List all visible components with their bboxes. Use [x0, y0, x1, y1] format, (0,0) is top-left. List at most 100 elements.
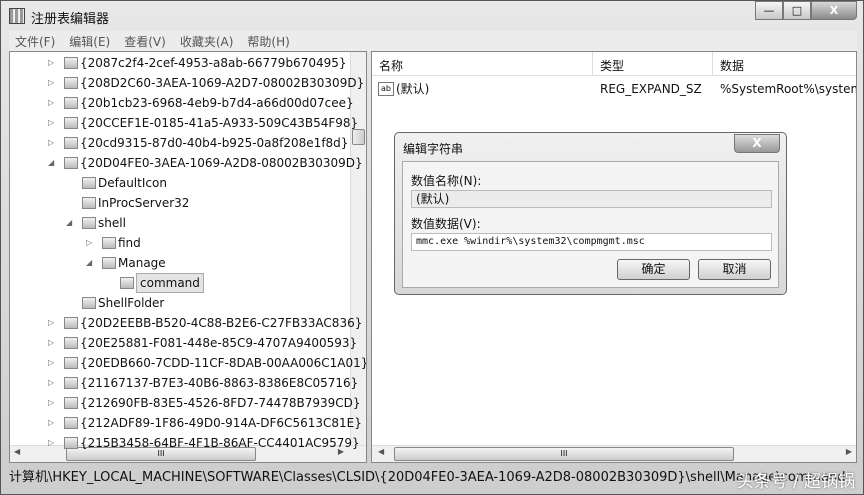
menu-edit[interactable]: 编辑(E) [69, 33, 110, 50]
tree-item-label: {20CCEF1E-0185-41a5-A933-509C43B54F98} [80, 116, 359, 130]
regedit-icon [9, 8, 25, 24]
folder-icon [64, 337, 78, 349]
expand-icon[interactable]: ▷ [48, 113, 54, 133]
tree-item[interactable]: ▷ {20CCEF1E-0185-41a5-A933-509C43B54F98} [10, 113, 358, 133]
folder-icon [82, 297, 96, 309]
tree-item-label: command [136, 273, 204, 293]
tree-item-label: {21167137-B7E3-40B6-8863-8386E8C05716} [80, 376, 359, 390]
tree-item[interactable]: ▷ {215B3458-64BF-4F1B-86AF-CC4401AC9579} [10, 433, 360, 453]
tree-item[interactable]: DefaultIcon [10, 173, 350, 193]
collapse-icon[interactable]: ◢ [66, 213, 72, 233]
folder-icon [64, 397, 78, 409]
expand-icon[interactable]: ▷ [48, 413, 54, 433]
folder-icon [64, 57, 78, 69]
tree-item-label: find [118, 236, 141, 250]
tree-item[interactable]: ▷ {21167137-B7E3-40B6-8863-8386E8C05716} [10, 373, 358, 393]
tree-item-label: ShellFolder [98, 296, 165, 310]
tree-item-label: {20D2EEBB-B520-4C88-B2E6-C27FB33AC836} [80, 316, 363, 330]
tree-item-label: shell [98, 216, 126, 230]
list-header: 名称 类型 数据 [372, 52, 856, 76]
expand-icon[interactable]: ▷ [86, 233, 92, 253]
tree-item[interactable]: ▷ {212ADF89-1F86-49D0-914A-DF6C5613C81E} [10, 413, 362, 433]
registry-editor-window: 注册表编辑器 — □ X 文件(F) 编辑(E) 查看(V) 收藏夹(A) 帮助… [0, 0, 864, 495]
cancel-button[interactable]: 取消 [698, 259, 771, 280]
folder-icon [64, 317, 78, 329]
tree-item-label: {20D04FE0-3AEA-1069-A2D8-08002B30309D} [80, 156, 363, 170]
value-name: (默认) [396, 82, 430, 96]
folder-icon [64, 117, 78, 129]
minimize-button[interactable]: — [755, 1, 783, 20]
tree-item[interactable]: ◢ Manage [10, 253, 350, 273]
column-type[interactable]: 类型 [600, 57, 624, 74]
tree-item[interactable]: ▷ {208D2C60-3AEA-1069-A2D7-08002B30309D} [10, 73, 364, 93]
window-title: 注册表编辑器 [31, 12, 110, 27]
collapse-icon[interactable]: ◢ [48, 153, 54, 173]
tree-item[interactable]: ▷ {20E25881-F081-448e-85C9-4707A9400593} [10, 333, 357, 353]
tree-item[interactable]: ◢ {20D04FE0-3AEA-1069-A2D8-08002B30309D} [10, 153, 363, 173]
tree-item[interactable]: ▷ find [10, 233, 350, 253]
close-button[interactable]: X [811, 1, 857, 20]
tree-item[interactable]: InProcServer32 [10, 193, 350, 213]
tree-item[interactable]: ◢ shell [10, 213, 350, 233]
expand-icon[interactable]: ▷ [48, 333, 54, 353]
scroll-left-icon[interactable]: ◀ [378, 447, 384, 456]
tree-item-label: {20E25881-F081-448e-85C9-4707A9400593} [80, 336, 358, 350]
tree-item-label: {212690FB-83E5-4526-8FD7-74478B7939CD} [80, 396, 361, 410]
tree-item[interactable]: ▷ {20EDB660-7CDD-11CF-8DAB-00AA006C1A01} [10, 353, 366, 373]
menu-view[interactable]: 查看(V) [124, 33, 166, 50]
ok-button[interactable]: 确定 [617, 259, 690, 280]
menu-favorites[interactable]: 收藏夹(A) [180, 33, 234, 50]
value-data-input[interactable]: mmc.exe %windir%\system32\compmgmt.msc [411, 233, 772, 251]
value-type: REG_EXPAND_SZ [600, 82, 702, 96]
tree-item[interactable]: command [10, 273, 350, 293]
tree-item[interactable]: ▷ {212690FB-83E5-4526-8FD7-74478B7939CD} [10, 393, 361, 413]
scroll-right-icon[interactable]: ▶ [846, 447, 852, 456]
tree-item[interactable]: ▷ {2087c2f4-2cef-4953-a8ab-66779b670495} [10, 53, 350, 73]
expand-icon[interactable]: ▷ [48, 93, 54, 113]
expand-icon[interactable]: ▷ [48, 373, 54, 393]
list-horizontal-scrollbar[interactable]: ◀ III ▶ [372, 445, 856, 462]
expand-icon[interactable]: ▷ [48, 393, 54, 413]
expand-icon[interactable]: ▷ [48, 53, 54, 73]
column-name[interactable]: 名称 [379, 57, 403, 74]
column-data[interactable]: 数据 [720, 57, 744, 74]
dialog-close-button[interactable]: X [734, 134, 780, 153]
folder-icon [64, 377, 78, 389]
folder-icon [64, 137, 78, 149]
expand-icon[interactable]: ▷ [48, 313, 54, 333]
tree-item-label: {20cd9315-87d0-40b4-b925-0a8f208e1f8d} [80, 136, 349, 150]
folder-icon [64, 157, 78, 169]
registry-tree: ◀ III ▶ ▷ {2087c2f4-2cef-4953-a8ab-66779b… [9, 51, 367, 463]
tree-item-label: {2087c2f4-2cef-4953-a8ab-66779b670495} [80, 56, 347, 70]
menu-file[interactable]: 文件(F) [15, 33, 55, 50]
tree-item-label: Manage [118, 256, 166, 270]
menu-help[interactable]: 帮助(H) [247, 33, 289, 50]
title-bar: 注册表编辑器 — □ X [1, 1, 863, 31]
tree-item-label: DefaultIcon [98, 176, 167, 190]
tree-item[interactable]: ▷ {20b1cb23-6968-4eb9-b7d4-a66d00d07cee} [10, 93, 354, 113]
folder-icon [82, 197, 96, 209]
value-data: %SystemRoot%\system [720, 82, 857, 96]
tree-item[interactable]: ▷ {20D2EEBB-B520-4C88-B2E6-C27FB33AC836} [10, 313, 362, 333]
value-data-label: 数值数据(V): [411, 217, 481, 231]
collapse-icon[interactable]: ◢ [86, 253, 92, 273]
maximize-button[interactable]: □ [783, 1, 811, 20]
value-name-field: (默认) [411, 190, 772, 208]
tree-item[interactable]: ▷ {20cd9315-87d0-40b4-b925-0a8f208e1f8d} [10, 133, 350, 153]
folder-icon [120, 277, 134, 289]
folder-icon [82, 177, 96, 189]
folder-icon [102, 237, 116, 249]
list-row[interactable]: ab (默认) REG_EXPAND_SZ %SystemRoot%\syste… [376, 79, 856, 99]
menu-bar: 文件(F) 编辑(E) 查看(V) 收藏夹(A) 帮助(H) [9, 31, 857, 51]
tree-item[interactable]: ShellFolder [10, 293, 350, 313]
expand-icon[interactable]: ▷ [48, 133, 54, 153]
folder-icon [64, 77, 78, 89]
folder-icon [64, 437, 78, 449]
tree-item-label: {212ADF89-1F86-49D0-914A-DF6C5613C81E} [80, 416, 362, 430]
folder-icon [82, 217, 96, 229]
expand-icon[interactable]: ▷ [48, 433, 54, 453]
list-hscroll-thumb[interactable]: III [394, 447, 734, 461]
tree-item-label: {20EDB660-7CDD-11CF-8DAB-00AA006C1A01} [80, 356, 367, 370]
expand-icon[interactable]: ▷ [48, 73, 54, 93]
expand-icon[interactable]: ▷ [48, 353, 54, 373]
